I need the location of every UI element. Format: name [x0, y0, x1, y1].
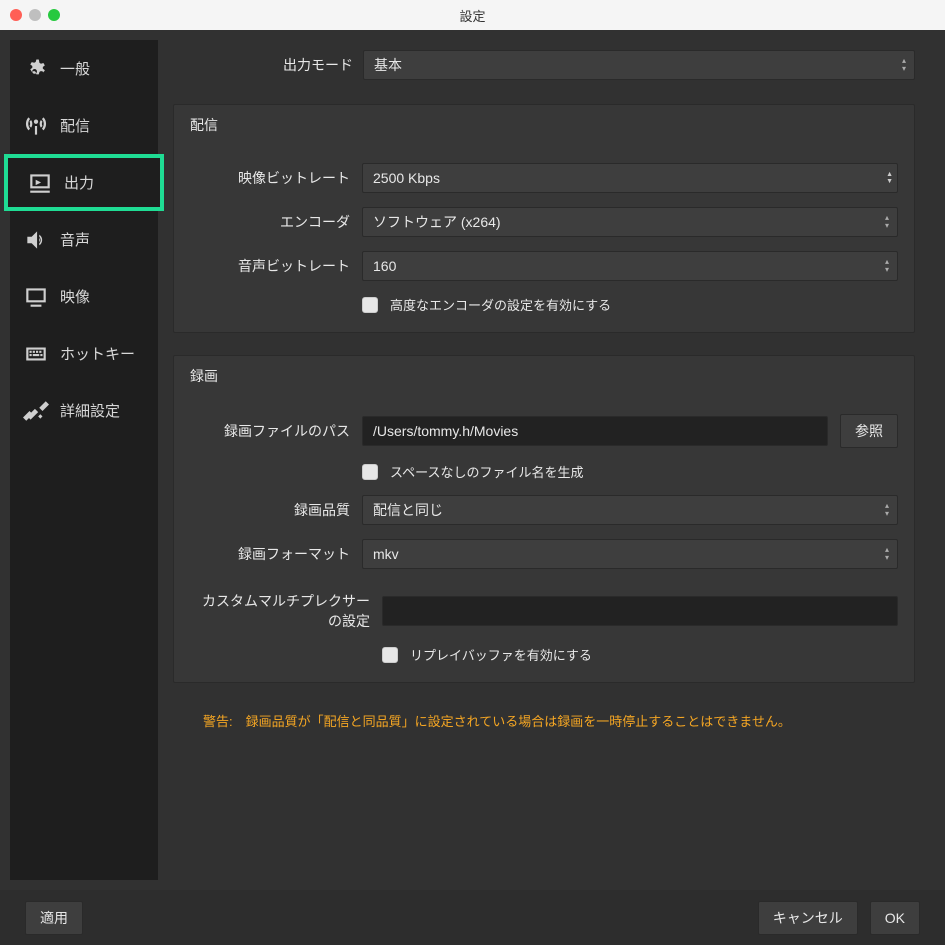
browse-button[interactable]: 参照 [840, 414, 898, 448]
row-recording-path: 録画ファイルのパス /Users/tommy.h/Movies 参照 [190, 414, 898, 448]
stream-panel: 配信 映像ビットレート 2500 Kbps ▲▼ エンコーダ ソフトウェア (x… [173, 104, 915, 333]
ok-button[interactable]: OK [870, 901, 920, 935]
stream-panel-title: 配信 [174, 105, 914, 145]
recording-path-label: 録画ファイルのパス [190, 421, 350, 441]
sidebar-item-advanced[interactable]: 詳細設定 [10, 382, 158, 439]
row-no-space: スペースなしのファイル名を生成 [190, 462, 898, 481]
recording-panel: 録画 録画ファイルのパス /Users/tommy.h/Movies 参照 スペ… [173, 355, 915, 683]
sidebar-item-audio[interactable]: 音声 [10, 211, 158, 268]
keyboard-icon [22, 340, 50, 368]
recording-format-label: 録画フォーマット [190, 544, 350, 564]
sidebar-item-label: 出力 [64, 172, 94, 193]
sidebar-item-label: 映像 [60, 286, 90, 307]
muxer-input[interactable] [382, 596, 898, 626]
titlebar: 設定 [0, 0, 945, 30]
chevron-updown-icon: ▴▾ [885, 540, 889, 568]
cancel-button[interactable]: キャンセル [758, 901, 858, 935]
muxer-label: カスタムマルチプレクサーの設定 [190, 591, 370, 631]
encoder-value: ソフトウェア (x264) [373, 212, 501, 232]
recording-quality-select[interactable]: 配信と同じ ▴▾ [362, 495, 898, 525]
row-output-mode: 出力モード 基本 ▴▾ [173, 40, 915, 90]
scrollbar[interactable] [921, 60, 933, 860]
spinner-icon[interactable]: ▲▼ [886, 164, 893, 192]
output-icon [26, 169, 54, 197]
row-advanced-encoder: 高度なエンコーダの設定を有効にする [190, 295, 898, 314]
advanced-encoder-checkbox[interactable] [362, 297, 378, 313]
gear-icon [22, 55, 50, 83]
row-video-bitrate: 映像ビットレート 2500 Kbps ▲▼ [190, 163, 898, 193]
chevron-updown-icon: ▴▾ [902, 51, 906, 79]
recording-path-value: /Users/tommy.h/Movies [373, 423, 518, 439]
row-recording-quality: 録画品質 配信と同じ ▴▾ [190, 495, 898, 525]
monitor-icon [22, 283, 50, 311]
sidebar-item-output[interactable]: 出力 [4, 154, 164, 211]
chevron-updown-icon: ▴▾ [885, 252, 889, 280]
audio-bitrate-value: 160 [373, 258, 396, 274]
warning-text: 警告: 録画品質が「配信と同品質」に設定されている場合は録画を一時停止することは… [173, 705, 915, 736]
recording-path-input[interactable]: /Users/tommy.h/Movies [362, 416, 828, 446]
sidebar: 一般 配信 出力 音声 映像 [10, 40, 158, 880]
no-space-checkbox[interactable] [362, 464, 378, 480]
row-muxer: カスタムマルチプレクサーの設定 [190, 591, 898, 631]
chevron-updown-icon: ▴▾ [885, 208, 889, 236]
replay-buffer-label: リプレイバッファを有効にする [410, 645, 592, 664]
main-panel: 出力モード 基本 ▴▾ 配信 映像ビットレート 2500 Kbps ▲▼ エンコ… [158, 30, 945, 890]
speaker-icon [22, 226, 50, 254]
sidebar-item-hotkeys[interactable]: ホットキー [10, 325, 158, 382]
encoder-select[interactable]: ソフトウェア (x264) ▴▾ [362, 207, 898, 237]
sidebar-item-label: ホットキー [60, 343, 135, 364]
footer: 適用 キャンセル OK [0, 890, 945, 945]
audio-bitrate-select[interactable]: 160 ▴▾ [362, 251, 898, 281]
output-mode-label: 出力モード [173, 55, 353, 75]
output-mode-value: 基本 [374, 55, 402, 75]
video-bitrate-label: 映像ビットレート [190, 168, 350, 188]
audio-bitrate-label: 音声ビットレート [190, 256, 350, 276]
sidebar-item-label: 詳細設定 [60, 400, 120, 421]
row-audio-bitrate: 音声ビットレート 160 ▴▾ [190, 251, 898, 281]
advanced-encoder-label: 高度なエンコーダの設定を有効にする [390, 295, 611, 314]
chevron-updown-icon: ▴▾ [885, 496, 889, 524]
broadcast-icon [22, 112, 50, 140]
content-area: 一般 配信 出力 音声 映像 [0, 30, 945, 890]
replay-buffer-checkbox[interactable] [382, 647, 398, 663]
window-title: 設定 [0, 6, 945, 25]
encoder-label: エンコーダ [190, 212, 350, 232]
recording-panel-title: 録画 [174, 356, 914, 396]
row-recording-format: 録画フォーマット mkv ▴▾ [190, 539, 898, 569]
row-replay-buffer: リプレイバッファを有効にする [190, 645, 898, 664]
sidebar-item-label: 配信 [60, 115, 90, 136]
sidebar-item-stream[interactable]: 配信 [10, 97, 158, 154]
sidebar-item-label: 一般 [60, 58, 90, 79]
output-mode-select[interactable]: 基本 ▴▾ [363, 50, 915, 80]
no-space-label: スペースなしのファイル名を生成 [390, 462, 583, 481]
video-bitrate-value: 2500 Kbps [373, 170, 440, 186]
apply-button[interactable]: 適用 [25, 901, 83, 935]
recording-quality-value: 配信と同じ [373, 500, 443, 520]
video-bitrate-input[interactable]: 2500 Kbps ▲▼ [362, 163, 898, 193]
sidebar-item-label: 音声 [60, 229, 90, 250]
tools-icon [22, 397, 50, 425]
recording-format-value: mkv [373, 546, 399, 562]
recording-quality-label: 録画品質 [190, 500, 350, 520]
sidebar-item-general[interactable]: 一般 [10, 40, 158, 97]
sidebar-item-video[interactable]: 映像 [10, 268, 158, 325]
recording-format-select[interactable]: mkv ▴▾ [362, 539, 898, 569]
row-encoder: エンコーダ ソフトウェア (x264) ▴▾ [190, 207, 898, 237]
